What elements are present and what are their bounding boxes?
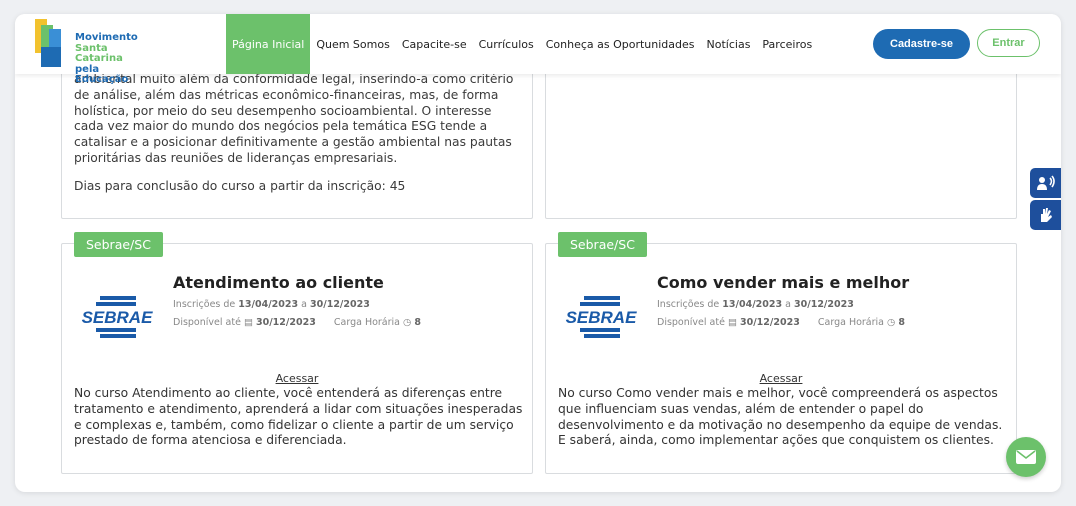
enrollment-label: Inscrições de [173, 299, 236, 310]
sign-language-button[interactable] [1030, 200, 1061, 230]
brand-logo[interactable]: Movimento Santa Catarina pela Educação [33, 17, 153, 85]
workload-label: Carga Horária [817, 317, 884, 328]
register-button[interactable]: Cadastre-se [873, 29, 970, 59]
clock-icon: ◷ [403, 317, 412, 328]
main-nav: Página Inicial Quem Somos Capacite-se Cu… [226, 14, 818, 74]
enrollment-start: 13/04/2023 [238, 299, 299, 310]
course-card: Sebrae/SC SEBRAE Atendimento ao cliente … [61, 232, 533, 474]
enrollment-end: 30/12/2023 [794, 299, 854, 310]
page-frame: ambiental muito além da conformidade leg… [15, 14, 1061, 492]
speaker-person-icon [1036, 175, 1055, 190]
partner-badge: Sebrae/SC [558, 232, 647, 257]
brand-text: Movimento Santa Catarina pela Educação [75, 32, 153, 86]
sebrae-logo: SEBRAE [566, 296, 638, 338]
course-availability: Disponível até ▤ 30/12/2023 Carga Horári… [173, 317, 421, 328]
enrollment-label: Inscrições de [657, 299, 720, 310]
course-description: No curso Como vender mais e melhor, você… [558, 386, 1003, 448]
calendar-icon: ▤ [727, 317, 737, 328]
clock-icon: ◷ [887, 317, 896, 328]
availability-label: Disponível até [657, 317, 725, 328]
availability-date: 30/12/2023 [739, 317, 800, 328]
nav-partners[interactable]: Parceiros [756, 14, 818, 74]
sebrae-logo-text: SEBRAE [566, 308, 638, 327]
course-availability: Disponível até ▤ 30/12/2023 Carga Horári… [657, 317, 905, 328]
course-enrollment: Inscrições de 13/04/2023 a 30/12/2023 [173, 299, 370, 310]
course-title: Atendimento ao cliente [173, 273, 384, 292]
course-card: Sebrae/SC SEBRAE Como vender mais e melh… [545, 232, 1017, 474]
workload-label: Carga Horária [333, 317, 400, 328]
enrollment-end: 30/12/2023 [310, 299, 370, 310]
access-link[interactable]: Acessar [62, 372, 532, 385]
course-description: ambiental muito além da conformidade leg… [74, 72, 524, 195]
sebrae-logo: SEBRAE [82, 296, 154, 338]
access-link[interactable]: Acessar [546, 372, 1016, 385]
nav-news[interactable]: Notícias [701, 14, 757, 74]
brand-line1: Movimento [75, 32, 138, 43]
course-description-text: ambiental muito além da conformidade leg… [74, 72, 514, 165]
enrollment-sep: a [785, 299, 791, 310]
enrollment-sep: a [301, 299, 307, 310]
sebrae-logo-text: SEBRAE [82, 308, 154, 327]
course-enrollment: Inscrições de 13/04/2023 a 30/12/2023 [657, 299, 854, 310]
workload-value: 8 [898, 317, 905, 328]
login-button[interactable]: Entrar [977, 29, 1040, 57]
course-description: No curso Atendimento ao cliente, você en… [74, 386, 523, 448]
nav-about[interactable]: Quem Somos [310, 14, 396, 74]
availability-label: Disponível até [173, 317, 241, 328]
course-card-empty [545, 54, 1017, 219]
envelope-icon [1016, 450, 1036, 464]
site-header: Movimento Santa Catarina pela Educação P… [15, 14, 1061, 85]
hand-sign-icon [1040, 208, 1052, 222]
nav-home[interactable]: Página Inicial [226, 14, 311, 74]
availability-date: 30/12/2023 [255, 317, 316, 328]
partner-badge: Sebrae/SC [74, 232, 163, 257]
calendar-icon: ▤ [243, 317, 253, 328]
nav-resumes[interactable]: Currículos [473, 14, 540, 74]
brand-mark-icon [35, 19, 61, 67]
brand-line2: Santa Catarina [75, 42, 123, 64]
contact-chat-button[interactable] [1006, 437, 1046, 477]
course-days: Dias para conclusão do curso a partir da… [74, 178, 406, 193]
brand-line3: pela Educação [75, 63, 129, 85]
course-title: Como vender mais e melhor [657, 273, 910, 292]
workload-value: 8 [414, 317, 421, 328]
nav-training[interactable]: Capacite-se [396, 14, 473, 74]
enrollment-start: 13/04/2023 [722, 299, 783, 310]
nav-opportunities[interactable]: Conheça as Oportunidades [540, 14, 701, 74]
audio-accessibility-button[interactable] [1030, 168, 1061, 198]
